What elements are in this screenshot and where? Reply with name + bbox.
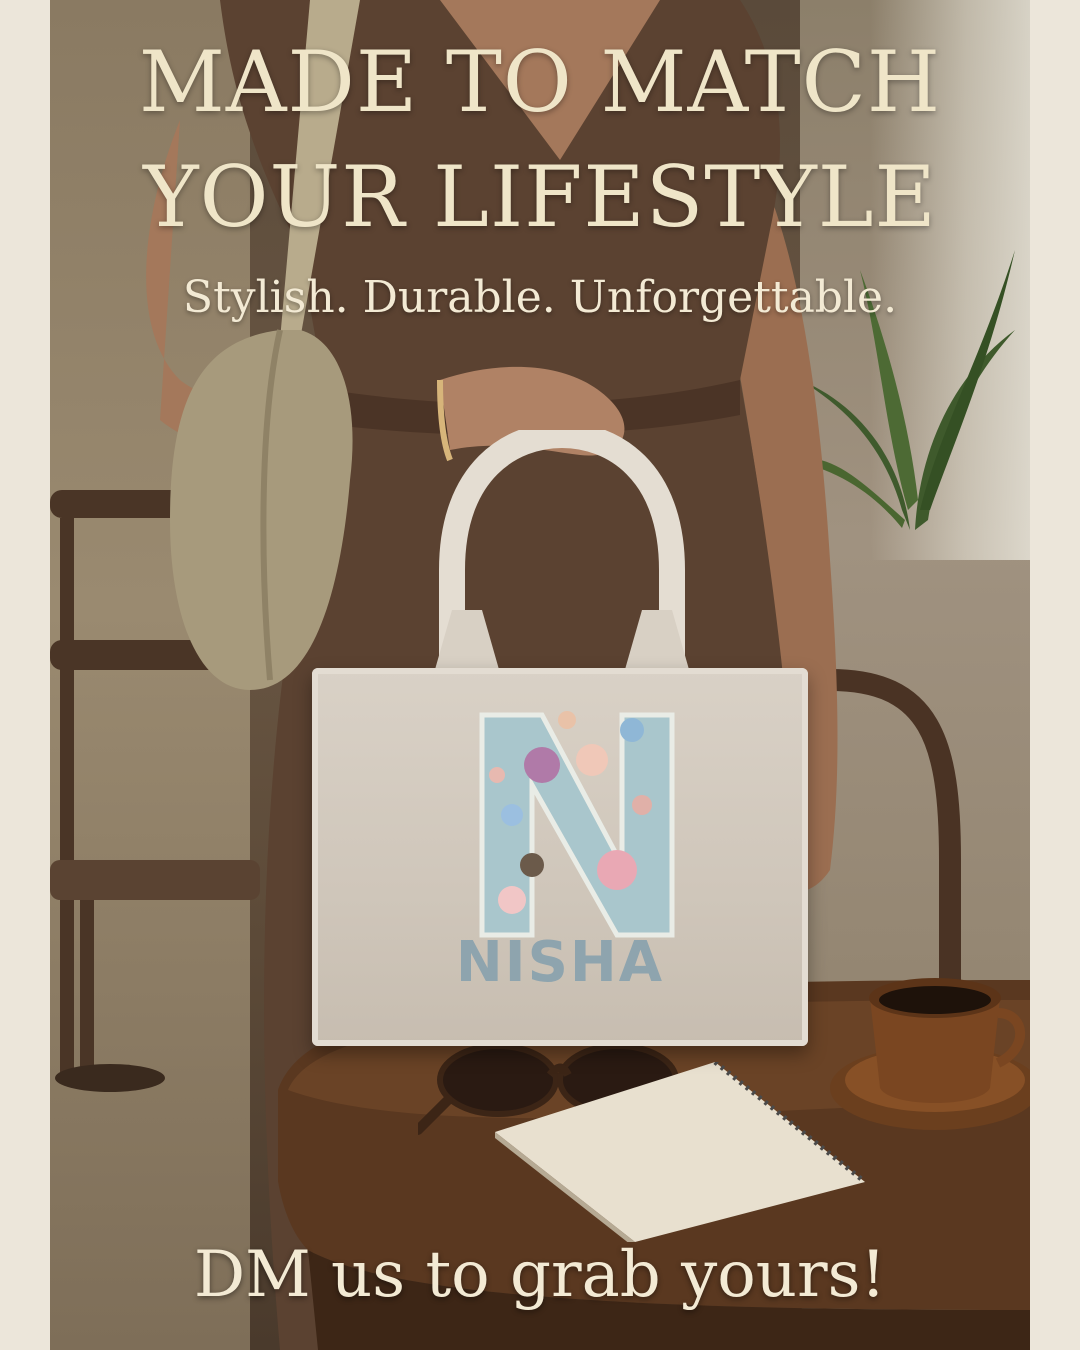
call-to-action: DM us to grab yours!: [193, 1238, 887, 1312]
floral-monogram: N: [479, 705, 675, 938]
bag-handles: [432, 430, 692, 680]
monogram-letter: N: [577, 705, 578, 706]
headline-line-2: YOUR LIFESTYLE: [143, 148, 937, 246]
notebook-icon: [495, 1062, 865, 1242]
headline-line-1: MADE TO MATCH: [138, 33, 942, 131]
bag-name-text: NISHA: [455, 930, 665, 995]
monogram-tote-bag: N NISHA: [312, 430, 812, 1050]
tagline: Stylish. Durable. Unforgettable.: [182, 272, 898, 323]
coffee-cup-icon: [830, 978, 1030, 1130]
